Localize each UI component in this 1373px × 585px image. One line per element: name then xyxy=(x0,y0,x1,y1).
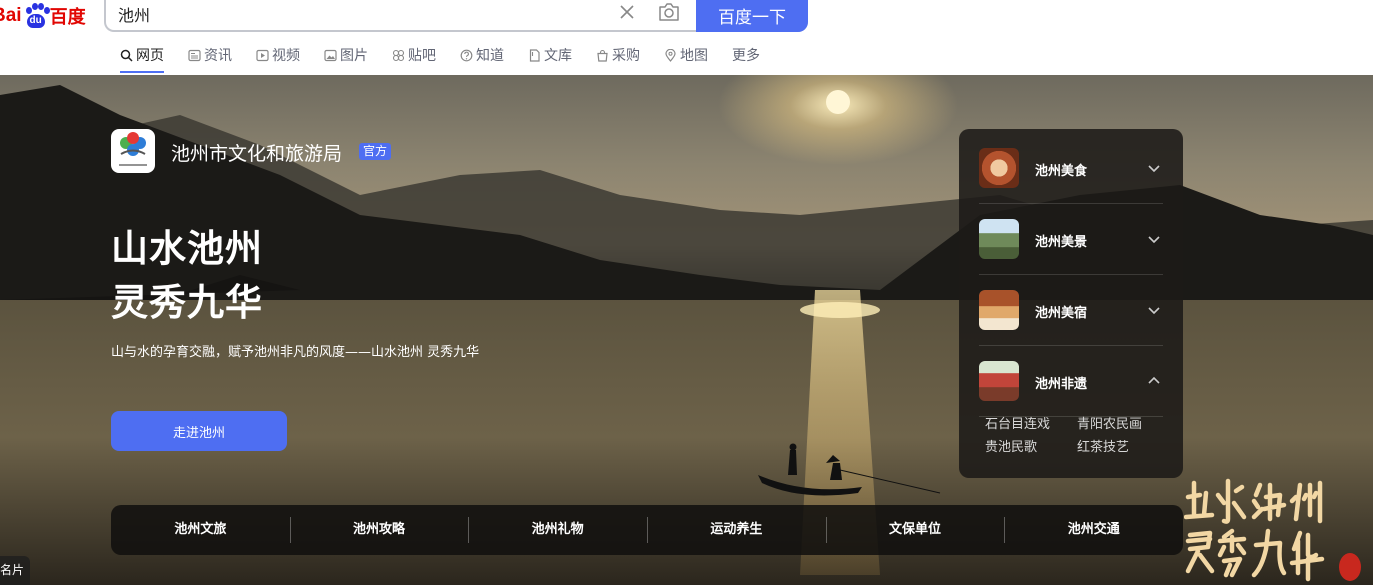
calligraphy-logo xyxy=(1184,478,1361,582)
tab-purchase[interactable]: 采购 xyxy=(596,44,640,66)
tab-images[interactable]: 图片 xyxy=(324,44,368,66)
headline-line-1: 山水池州 xyxy=(111,227,263,270)
paw-icon: du xyxy=(23,3,50,29)
sub-item-qingyang-painting[interactable]: 青阳农民画 xyxy=(1077,415,1169,434)
hero-headline: 山水池州 灵秀九华 xyxy=(111,222,263,330)
scenery-thumbnail xyxy=(979,219,1019,259)
bottom-nav: 池州文旅 池州攻略 池州礼物 运动养生 文保单位 池州交通 xyxy=(111,505,1183,555)
search-tabs: 网页 资讯 视频 图片 贴吧 知道 文库 采购 地图 更多 xyxy=(120,44,784,75)
nav-item-sports-wellness[interactable]: 运动养生 xyxy=(647,517,826,543)
food-thumbnail xyxy=(979,148,1019,188)
tab-tieba[interactable]: 贴吧 xyxy=(392,44,436,66)
bag-icon xyxy=(597,49,608,62)
heritage-sub-list: 石台目连戏 青阳农民画 贵池民歌 红茶技艺 xyxy=(985,415,1175,457)
official-badge: 官方 xyxy=(359,143,392,160)
search-icon xyxy=(120,49,133,62)
document-icon xyxy=(529,48,540,62)
tab-zhidao[interactable]: 知道 xyxy=(460,44,504,66)
panel-item-heritage[interactable]: 池州非遗 xyxy=(979,346,1163,417)
tab-news[interactable]: 资讯 xyxy=(188,44,232,66)
nav-item-transport[interactable]: 池州交通 xyxy=(1004,517,1183,543)
search-input[interactable] xyxy=(118,2,598,26)
news-icon xyxy=(188,49,201,61)
sub-item-black-tea-craft[interactable]: 红茶技艺 xyxy=(1077,438,1169,457)
question-icon xyxy=(460,49,473,61)
chevron-up-icon xyxy=(1148,376,1160,384)
baidu-logo[interactable]: Bai du 百度 xyxy=(0,0,86,32)
lodging-thumbnail xyxy=(979,290,1019,330)
category-panel: 池州美食 池州美景 池州美宿 池州非遗 石台目连戏 青阳农民画 贵池民歌 红茶技… xyxy=(959,129,1183,478)
nav-item-travel-guide[interactable]: 池州攻略 xyxy=(289,517,469,543)
brand-hero-banner[interactable]: 池州市文化和旅游局 官方 山水池州 灵秀九华 山与水的孕育交融，赋予池州非凡的风… xyxy=(0,75,1373,585)
camera-icon[interactable] xyxy=(658,2,680,22)
chizhou-emblem-icon xyxy=(119,132,147,166)
panel-item-food[interactable]: 池州美食 xyxy=(979,133,1163,204)
search-header: Bai du 百度 百度一下 网页 资讯 视频 xyxy=(0,0,1373,75)
heritage-thumbnail xyxy=(979,361,1019,401)
tab-more[interactable]: 更多 xyxy=(732,44,760,66)
chevron-down-icon xyxy=(1148,165,1160,173)
tab-wenku[interactable]: 文库 xyxy=(528,44,572,66)
sub-item-shitai-opera[interactable]: 石台目连戏 xyxy=(985,415,1077,434)
headline-line-2: 灵秀九华 xyxy=(111,281,263,324)
chevron-down-icon xyxy=(1148,236,1160,244)
search-button[interactable]: 百度一下 xyxy=(696,0,808,32)
sub-item-guichi-folk-song[interactable]: 贵池民歌 xyxy=(985,438,1077,457)
tab-web[interactable]: 网页 xyxy=(120,44,164,73)
tab-map[interactable]: 地图 xyxy=(664,44,708,66)
hero-subtitle: 山与水的孕育交融，赋予池州非凡的风度——山水池州 灵秀九华 xyxy=(111,345,480,360)
org-name[interactable]: 池州市文化和旅游局 xyxy=(171,139,342,166)
nav-item-culture-tourism[interactable]: 池州文旅 xyxy=(111,517,290,543)
video-icon xyxy=(256,49,269,61)
enter-chizhou-button[interactable]: 走进池州 xyxy=(111,411,287,451)
map-icon xyxy=(665,48,676,62)
nav-item-heritage-sites[interactable]: 文保单位 xyxy=(825,517,1005,543)
panel-item-scenery[interactable]: 池州美景 xyxy=(979,204,1163,275)
panel-item-lodging[interactable]: 池州美宿 xyxy=(979,275,1163,346)
org-logo[interactable] xyxy=(111,129,155,173)
nav-item-gifts[interactable]: 池州礼物 xyxy=(468,517,647,543)
close-icon[interactable] xyxy=(618,3,636,21)
image-icon xyxy=(324,49,337,61)
tab-video[interactable]: 视频 xyxy=(256,44,300,66)
chevron-down-icon xyxy=(1148,307,1160,315)
brand-card-tag: 名片 xyxy=(0,556,31,585)
tieba-icon xyxy=(392,49,405,61)
